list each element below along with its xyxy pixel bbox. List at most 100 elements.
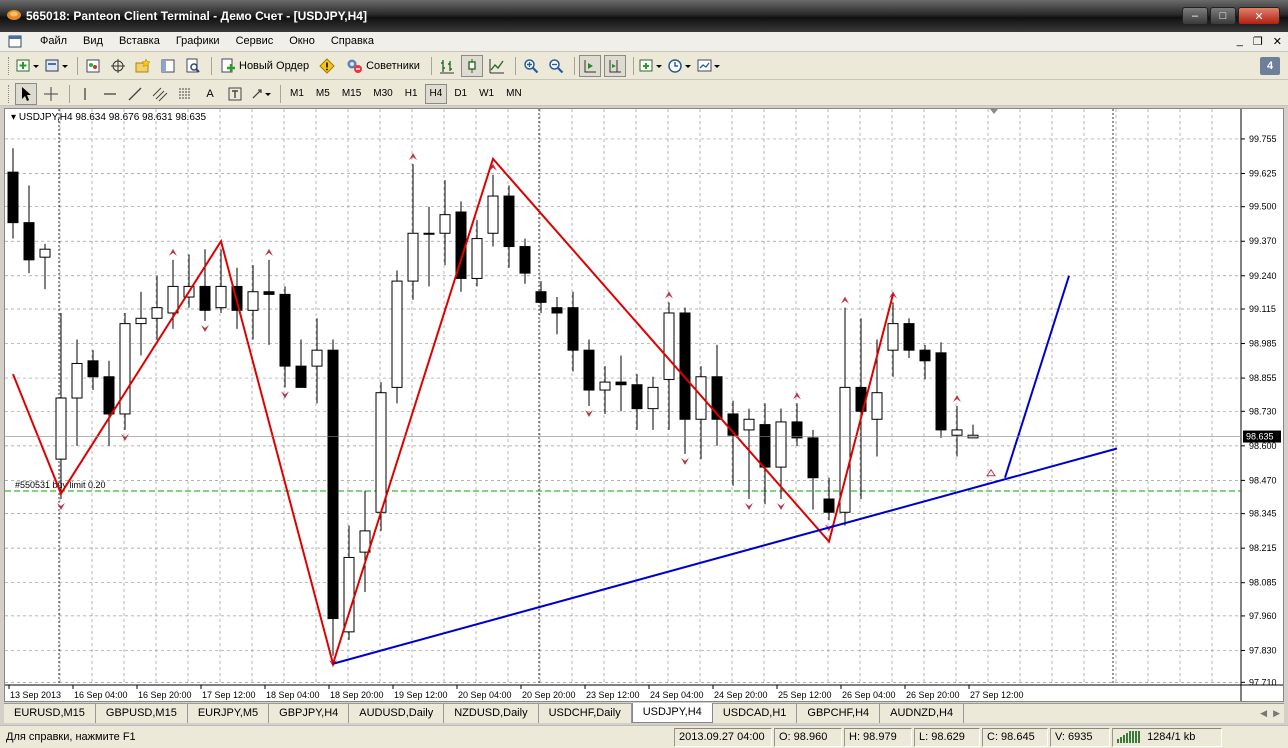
price-tick-label: 98.855: [1249, 373, 1277, 383]
tab-audusd-daily[interactable]: AUDUSD,Daily: [349, 704, 445, 723]
autoscroll-button[interactable]: [578, 55, 601, 77]
timeframe-mn[interactable]: MN: [501, 84, 527, 104]
help-book-icon[interactable]: 4: [1260, 57, 1280, 75]
tab-scroll-left-icon[interactable]: ◀: [1260, 704, 1267, 723]
drawing-toolbar: A M1 M5 M15 M30 H1 H4 D1 W1 MN: [0, 80, 1288, 106]
navigator-button[interactable]: [132, 55, 154, 77]
tab-eurjpy-m5[interactable]: EURJPY,M5: [187, 704, 270, 723]
vertical-line-tool[interactable]: [74, 83, 96, 105]
candle-body: [167, 285, 179, 314]
tab-usdchf-daily[interactable]: USDCHF,Daily: [538, 704, 632, 723]
fibonacci-tool[interactable]: [174, 83, 196, 105]
tab-usdjpy-h4[interactable]: USDJPY,H4: [631, 703, 713, 723]
close-button[interactable]: ✕: [1238, 7, 1280, 25]
new-chart-button[interactable]: [15, 55, 41, 77]
timeframe-m30[interactable]: M30: [368, 84, 397, 104]
text-label-tool[interactable]: [224, 83, 246, 105]
tab-gbpchf-h4[interactable]: GBPCHF,H4: [797, 704, 881, 723]
timeframe-m1[interactable]: M1: [285, 84, 309, 104]
data-window-button[interactable]: [107, 55, 129, 77]
menu-insert[interactable]: Вставка: [111, 35, 168, 47]
fractal-down-icon: [201, 324, 209, 332]
trendline-icon: [128, 87, 142, 101]
indicators-icon: [639, 59, 662, 72]
periods-button[interactable]: [667, 55, 693, 77]
trendline-tool[interactable]: [124, 83, 146, 105]
menu-tools[interactable]: Сервис: [228, 35, 282, 47]
chart-window[interactable]: 99.755 99.625 99.500 99.370 99.240 99.115 98.9…: [4, 108, 1284, 702]
timeframe-m5[interactable]: M5: [311, 84, 335, 104]
tab-scroll-right-icon[interactable]: ▶: [1273, 704, 1280, 723]
price-chart[interactable]: 99.755 99.625 99.500 99.370 99.240 99.115 98.9…: [5, 109, 1283, 701]
equidistant-channel-tool[interactable]: [149, 83, 171, 105]
candle-body: [599, 381, 611, 391]
timeframe-d1[interactable]: D1: [449, 84, 472, 104]
crosshair-tool[interactable]: [40, 83, 62, 105]
time-tick-label: 23 Sep 12:00: [586, 690, 640, 700]
status-high: H: 98.979: [844, 728, 912, 747]
timeframe-w1[interactable]: W1: [474, 84, 499, 104]
market-watch-button[interactable]: [82, 55, 104, 77]
candle-body: [823, 498, 835, 513]
chart-menu-arrow-icon[interactable]: ▾: [11, 112, 16, 123]
tab-gbpusd-m15[interactable]: GBPUSD,M15: [95, 704, 188, 723]
indicators-button[interactable]: [638, 55, 664, 77]
magnifier-report-icon: [186, 58, 200, 73]
candlestick-button[interactable]: [460, 55, 483, 77]
toolbar-grip-2[interactable]: [8, 85, 11, 103]
channel-icon: [152, 87, 168, 102]
tab-gbpjpy-h4[interactable]: GBPJPY,H4: [269, 704, 350, 723]
timeframe-h1[interactable]: H1: [400, 84, 423, 104]
menu-file[interactable]: Файл: [32, 35, 75, 47]
mdi-restore-button[interactable]: ❐: [1253, 35, 1263, 48]
tab-eurusd-m15[interactable]: EURUSD,M15: [4, 704, 96, 723]
status-volume: V: 6935: [1050, 728, 1110, 747]
text-tool[interactable]: A: [199, 83, 221, 105]
alert-button[interactable]: [316, 55, 338, 77]
zoom-in-button[interactable]: [520, 55, 542, 77]
line-chart-button[interactable]: [486, 55, 508, 77]
mdi-minimize-button[interactable]: _: [1237, 35, 1243, 48]
buy-limit-order-label: #550531 buy limit 0.20: [15, 480, 106, 490]
status-low: L: 98.629: [914, 728, 980, 747]
connection-bars-icon: [1117, 731, 1140, 744]
experts-button[interactable]: Советники: [341, 55, 424, 77]
horizontal-line-tool[interactable]: [99, 83, 121, 105]
templates-button[interactable]: [696, 55, 722, 77]
clock-icon: [668, 59, 691, 73]
mdi-close-button[interactable]: ✕: [1273, 35, 1282, 48]
menu-charts[interactable]: Графики: [168, 35, 228, 47]
arrows-tool[interactable]: [249, 83, 273, 105]
tab-audnzd-h4[interactable]: AUDNZD,H4: [880, 704, 965, 723]
cursor-tool[interactable]: [15, 83, 37, 105]
bar-chart-button[interactable]: [436, 55, 458, 77]
candle-body: [775, 421, 787, 468]
zoom-in-icon: [524, 59, 539, 74]
tab-nzdusd-daily[interactable]: NZDUSD,Daily: [444, 704, 539, 723]
profiles-button[interactable]: [44, 55, 70, 77]
candle-body: [55, 397, 67, 460]
tab-usdcad-h1[interactable]: USDCAD,H1: [712, 704, 798, 723]
star-folder-icon: [135, 58, 151, 73]
fractal-down-icon: [281, 391, 289, 399]
horizontal-line-icon: [104, 93, 116, 95]
fractal-up-icon: [953, 394, 961, 402]
terminal-button[interactable]: [157, 55, 179, 77]
toolbar-grip[interactable]: [8, 57, 11, 75]
price-tick-label: 99.240: [1249, 271, 1277, 281]
maximize-button[interactable]: □: [1210, 7, 1236, 25]
menu-window[interactable]: Окно: [281, 35, 323, 47]
menu-view[interactable]: Вид: [75, 35, 111, 47]
fractal-down-icon: [745, 502, 753, 510]
candle-body: [951, 429, 963, 436]
strategy-tester-button[interactable]: [182, 55, 204, 77]
menu-help[interactable]: Справка: [323, 35, 382, 47]
candle-body: [535, 291, 547, 303]
timeframe-h4[interactable]: H4: [424, 84, 448, 104]
minimize-button[interactable]: –: [1182, 7, 1208, 25]
zoom-out-button[interactable]: [545, 55, 567, 77]
new-order-button[interactable]: Новый Ордер: [216, 55, 313, 77]
timeframe-m15[interactable]: M15: [337, 84, 366, 104]
chart-shift-button[interactable]: [603, 55, 626, 77]
candle-body: [215, 285, 227, 309]
